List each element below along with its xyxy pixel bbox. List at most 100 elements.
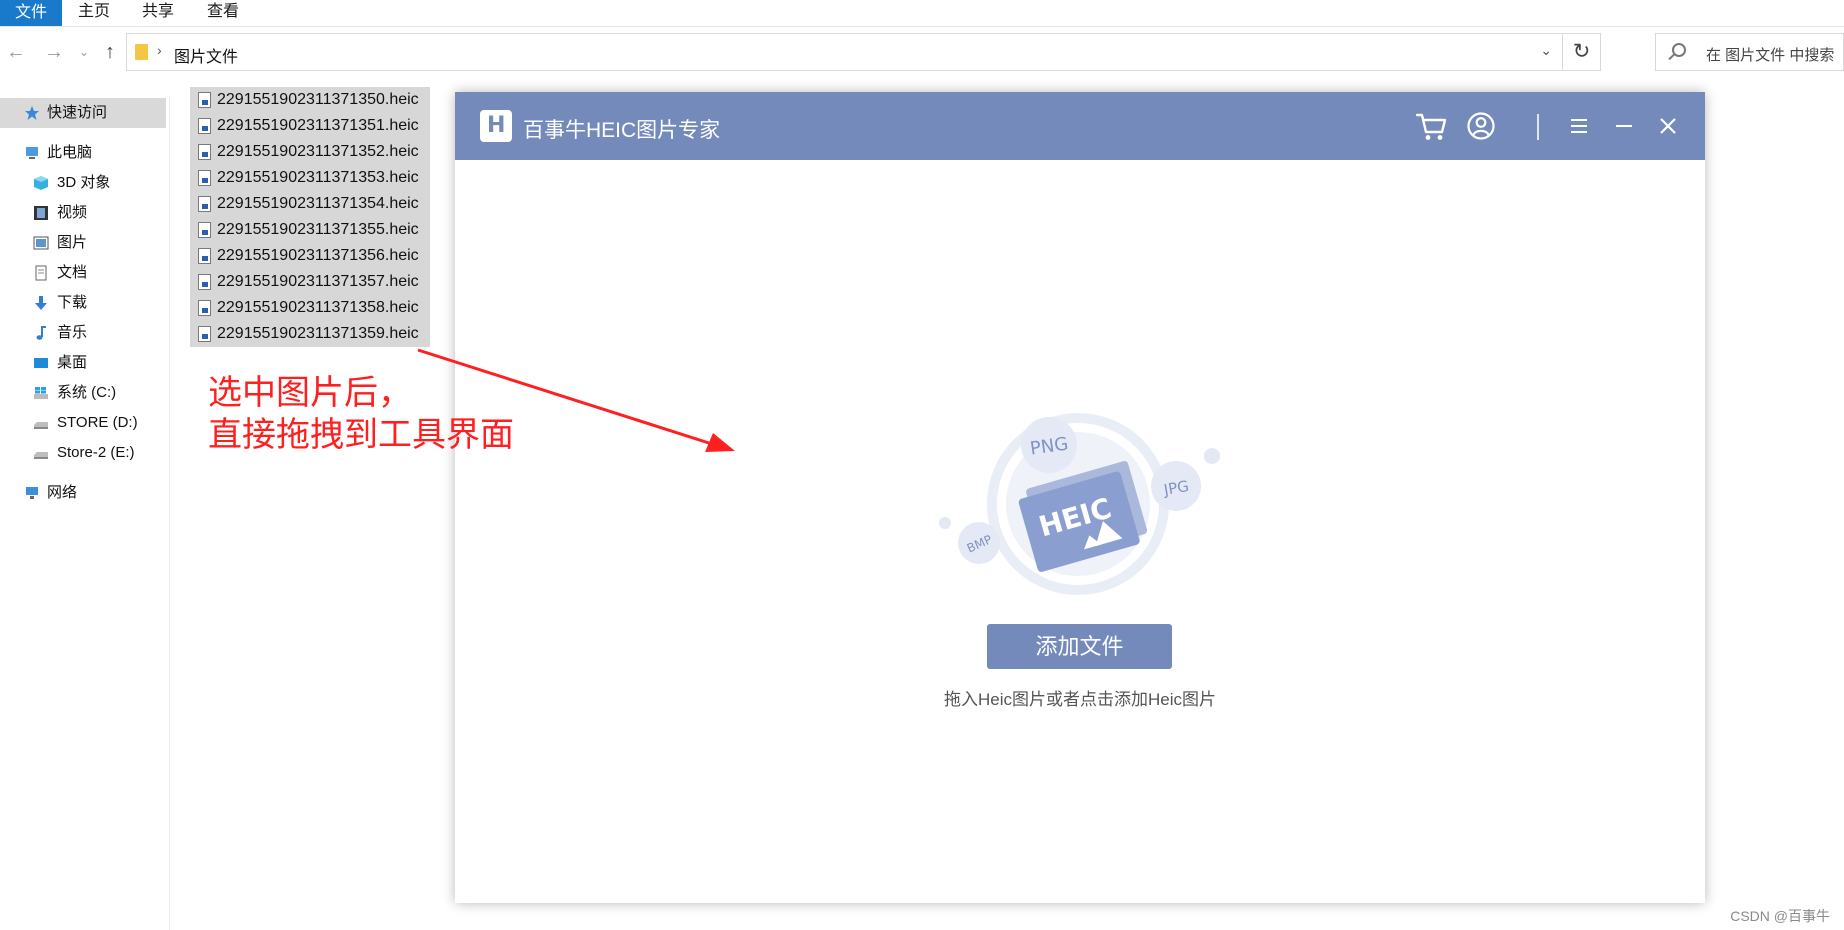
nav-label: 文档 [57, 264, 88, 281]
file-item[interactable]: 2291551902311371351.heic [190, 113, 430, 139]
file-name: 2291551902311371358.heic [217, 299, 419, 316]
titlebar-divider [1537, 114, 1539, 140]
recent-locations-button[interactable]: ⌄ [72, 37, 96, 67]
nav-label: 桌面 [57, 354, 88, 371]
nav-item-drive-c[interactable]: 系统 (C:) [0, 378, 166, 408]
drop-area[interactable]: HEIC PNG JPG BMP [455, 160, 1705, 903]
nav-label: 视频 [57, 204, 88, 221]
up-button[interactable]: ↑ [98, 37, 122, 67]
cube-icon [34, 176, 48, 190]
minimize-icon[interactable] [1610, 106, 1638, 146]
nav-label: 下载 [57, 294, 88, 311]
refresh-button[interactable]: ↻ [1563, 33, 1601, 71]
download-icon [35, 296, 47, 310]
file-name: 2291551902311371356.heic [217, 247, 419, 264]
star-icon [25, 106, 39, 120]
watermark: CSDN @百事牛 [1730, 908, 1830, 924]
heic-file-icon [198, 248, 211, 264]
chevron-down-icon[interactable]: ⌄ [1540, 42, 1552, 59]
nav-label: Store-2 (E:) [57, 444, 135, 461]
nav-label: 网络 [47, 484, 78, 501]
film-icon [34, 206, 48, 220]
logo-letter: H [487, 113, 506, 138]
file-item[interactable]: 2291551902311371355.heic [190, 217, 430, 243]
file-name: 2291551902311371352.heic [217, 143, 419, 160]
add-file-button[interactable]: 添加文件 [987, 624, 1172, 669]
user-icon[interactable] [1463, 106, 1499, 146]
nav-label: 音乐 [57, 324, 88, 341]
ribbon-tab-file[interactable]: 文件 [0, 0, 62, 26]
nav-item-drive-e[interactable]: Store-2 (E:) [0, 438, 166, 468]
file-item[interactable]: 2291551902311371353.heic [190, 165, 430, 191]
file-item[interactable]: 2291551902311371356.heic [190, 243, 430, 269]
file-name: 2291551902311371351.heic [217, 117, 419, 134]
music-icon [36, 326, 46, 340]
nav-item-desktop[interactable]: 桌面 [0, 348, 166, 378]
search-icon [1672, 43, 1686, 57]
back-button[interactable]: ← [4, 37, 28, 67]
search-box[interactable]: 在 图片文件 中搜索 [1655, 33, 1844, 71]
app-logo: H [480, 110, 512, 142]
nav-label: 图片 [57, 234, 88, 251]
heic-file-icon [198, 196, 211, 212]
heic-file-icon [198, 118, 211, 134]
picture-icon [33, 236, 49, 250]
nav-item-documents[interactable]: 文档 [0, 258, 166, 288]
nav-item-drive-d[interactable]: STORE (D:) [0, 408, 166, 438]
nav-label: STORE (D:) [57, 414, 138, 431]
file-item[interactable]: 2291551902311371358.heic [190, 295, 430, 321]
menu-icon[interactable] [1565, 106, 1593, 146]
file-name: 2291551902311371355.heic [217, 221, 419, 238]
file-name: 2291551902311371359.heic [217, 325, 419, 342]
annotation-line-2: 直接拖拽到工具界面 [208, 416, 514, 454]
file-list: 2291551902311371350.heic 229155190231137… [190, 87, 430, 347]
file-item[interactable]: 2291551902311371350.heic [190, 87, 430, 113]
ribbon-tab-share[interactable]: 共享 [132, 0, 184, 25]
file-name: 2291551902311371350.heic [217, 91, 419, 108]
address-path[interactable]: 图片文件 [174, 43, 238, 67]
nav-label: 系统 (C:) [57, 384, 117, 401]
nav-item-pictures[interactable]: 图片 [0, 228, 166, 258]
address-bar[interactable]: › 图片文件 ⌄ [126, 33, 1563, 71]
heic-file-icon [198, 274, 211, 290]
nav-item-videos[interactable]: 视频 [0, 198, 166, 228]
heic-converter-window: H 百事牛HEIC图片专家 HEIC PNG JPG BMP 添加文件 拖入He… [455, 92, 1705, 903]
file-name: 2291551902311371357.heic [217, 273, 419, 290]
file-item[interactable]: 2291551902311371359.heic [190, 321, 430, 347]
ribbon-tab-home[interactable]: 主页 [68, 0, 120, 25]
chevron-right-icon: › [157, 42, 162, 58]
drive-icon [34, 422, 48, 429]
file-name: 2291551902311371353.heic [217, 169, 419, 186]
nav-quick-access[interactable]: 快速访问 [0, 98, 166, 128]
address-row: ← → ⌄ ↑ › 图片文件 ⌄ ↻ 在 图片文件 中搜索 [0, 31, 1844, 73]
nav-label: 快速访问 [47, 104, 108, 121]
nav-this-pc[interactable]: 此电脑 [0, 138, 166, 168]
cart-icon[interactable] [1413, 106, 1449, 146]
heic-file-icon [198, 222, 211, 238]
desktop-icon [34, 358, 48, 368]
nav-network[interactable]: 网络 [0, 478, 166, 508]
annotation-text: 选中图片后， 直接拖拽到工具界面 [208, 372, 514, 456]
nav-item-3d-objects[interactable]: 3D 对象 [0, 168, 166, 198]
drive-icon [34, 452, 48, 459]
heic-file-icon [198, 92, 211, 108]
file-name: 2291551902311371354.heic [217, 195, 419, 212]
annotation-line-1: 选中图片后， [208, 374, 412, 412]
computer-icon [26, 147, 38, 159]
nav-item-downloads[interactable]: 下载 [0, 288, 166, 318]
nav-item-music[interactable]: 音乐 [0, 318, 166, 348]
close-icon[interactable] [1654, 106, 1682, 146]
file-item[interactable]: 2291551902311371357.heic [190, 269, 430, 295]
nav-label: 此电脑 [47, 144, 93, 161]
app-title: 百事牛HEIC图片专家 [523, 119, 721, 142]
file-item[interactable]: 2291551902311371352.heic [190, 139, 430, 165]
search-placeholder[interactable]: 在 图片文件 中搜索 [1706, 44, 1834, 65]
network-icon [26, 487, 38, 499]
file-item[interactable]: 2291551902311371354.heic [190, 191, 430, 217]
document-icon [35, 265, 47, 281]
forward-button[interactable]: → [42, 37, 66, 67]
heic-file-icon [198, 144, 211, 160]
navigation-pane: 快速访问 此电脑 3D 对象 视频 图片 文档 下载 音乐 桌面 系统 (C:)… [0, 96, 170, 930]
heic-illustration: HEIC PNG JPG BMP [939, 413, 1220, 595]
ribbon-tab-view[interactable]: 查看 [197, 0, 249, 25]
